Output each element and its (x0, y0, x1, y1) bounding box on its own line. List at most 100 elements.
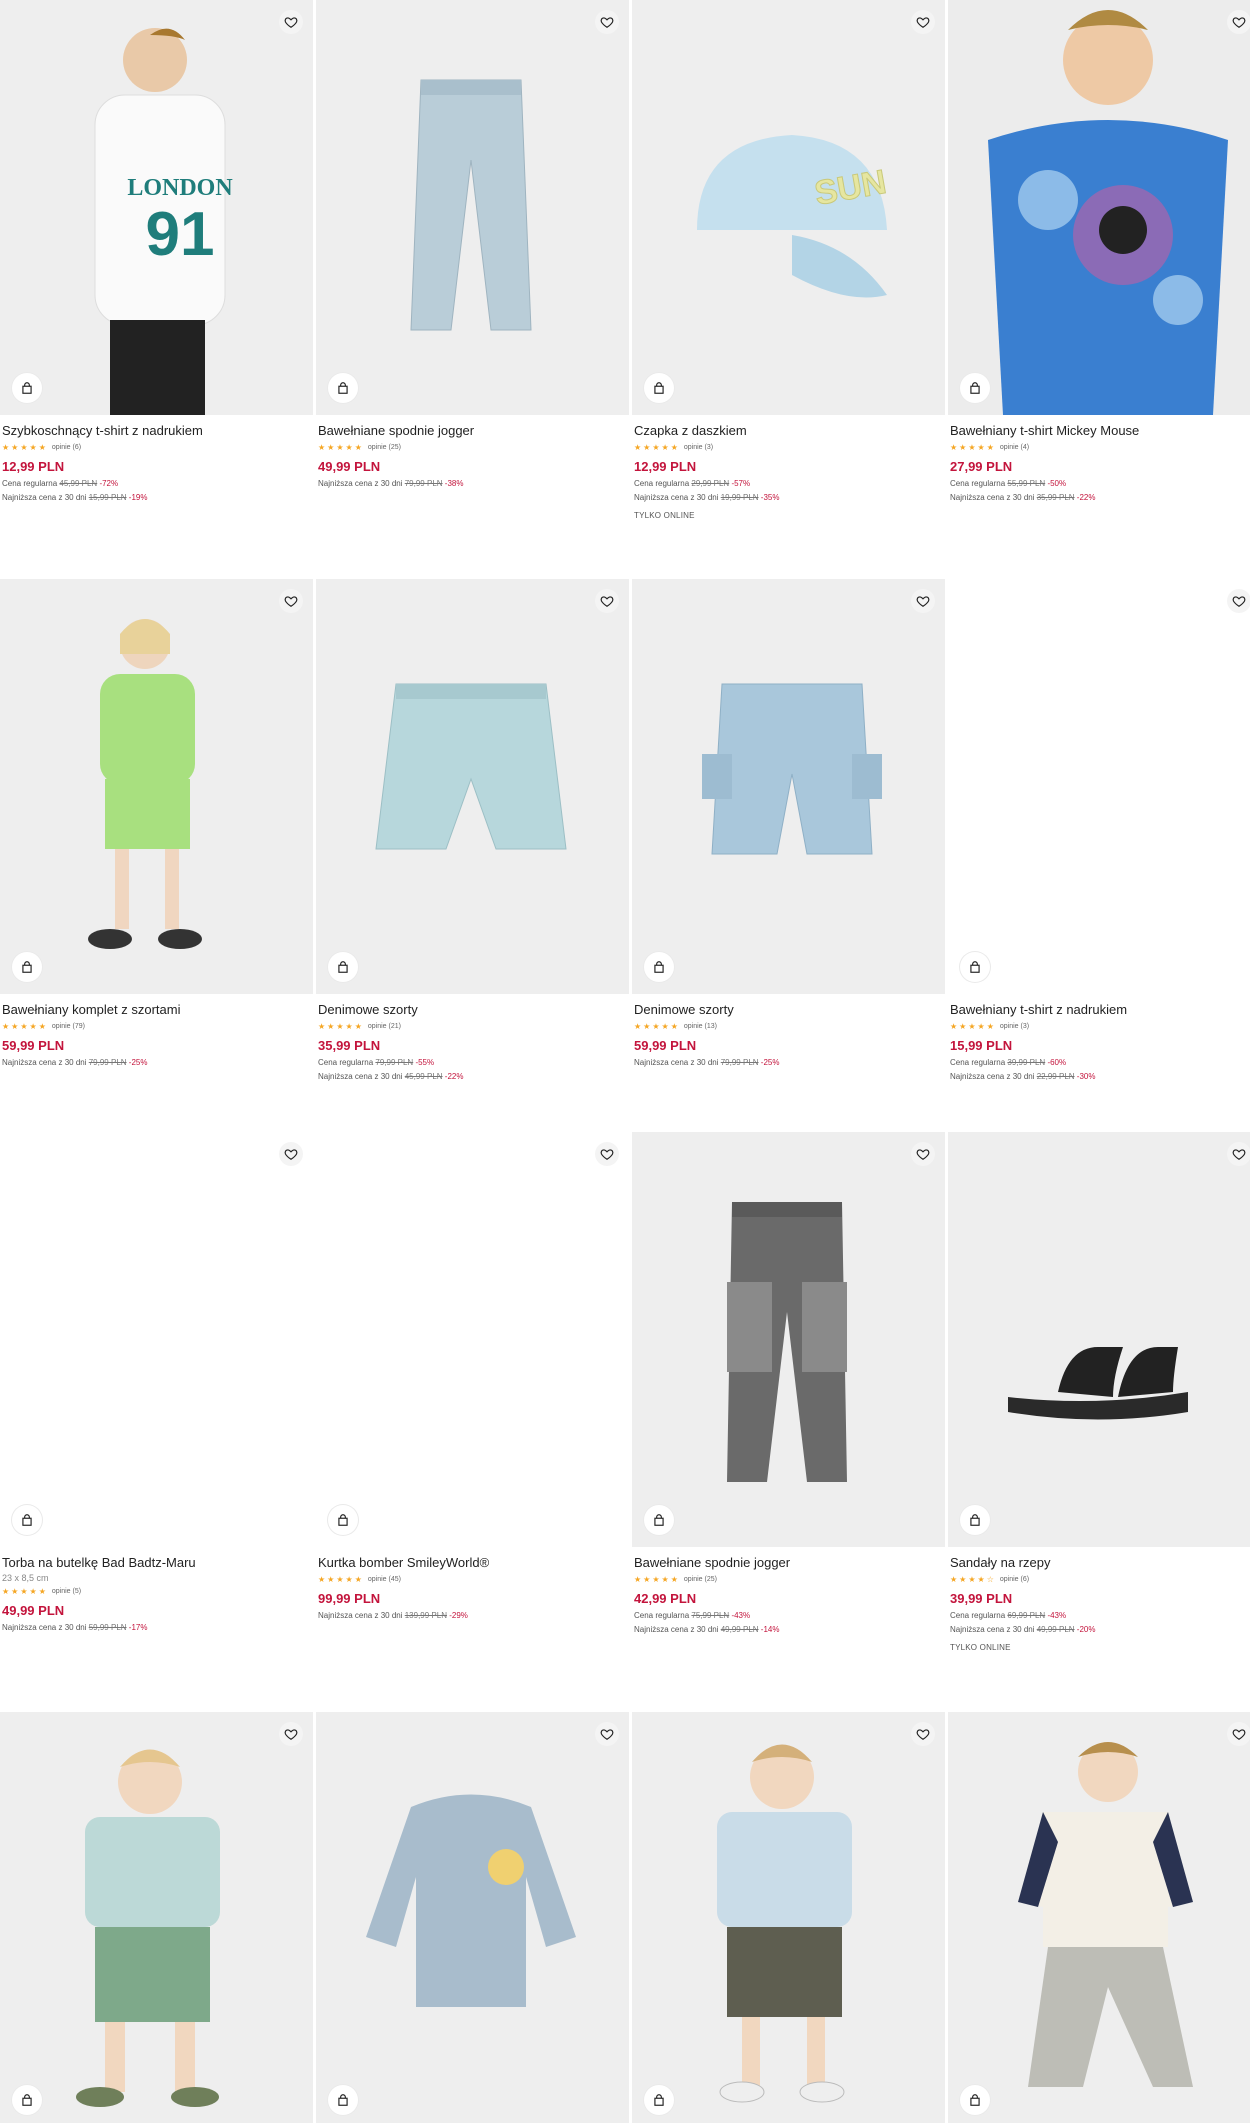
star-rating-icon: ★★★★☆ (950, 1574, 996, 1584)
heart-icon[interactable] (279, 1142, 303, 1166)
rating: ★★★★★ opinie (4) (950, 441, 1250, 453)
product-image[interactable]: LONDON 91 (0, 0, 313, 415)
shopping-bag-icon[interactable] (644, 952, 674, 982)
regular-discount: -43% (731, 1611, 751, 1620)
product-image[interactable] (0, 1712, 313, 2123)
heart-icon[interactable] (595, 1722, 619, 1746)
shopping-bag-icon[interactable] (960, 1505, 990, 1535)
product-price: 99,99 PLN (318, 1591, 381, 1606)
rating: ★★★★☆ opinie (6) (950, 1573, 1250, 1585)
shopping-bag-icon[interactable] (328, 2085, 358, 2115)
regular-price-old: 75,99 PLN (691, 1611, 730, 1620)
heart-icon[interactable] (279, 10, 303, 34)
lowest-price-line: Najniższa cena z 30 dni 19,99 PLN -35% (634, 492, 942, 503)
shopping-bag-icon[interactable] (12, 952, 42, 982)
heart-icon[interactable] (911, 1142, 935, 1166)
product-image[interactable] (948, 1712, 1250, 2123)
lowest-price-line: Najniższa cena z 30 dni 59,99 PLN -17% (2, 1622, 310, 1633)
heart-icon[interactable] (279, 1722, 303, 1746)
product-image[interactable] (632, 579, 945, 994)
product-name[interactable]: Torba na butelkę Bad Badtz-Maru (2, 1554, 310, 1571)
shopping-bag-icon[interactable] (328, 1505, 358, 1535)
product-image[interactable] (632, 1712, 945, 2123)
heart-icon[interactable] (1227, 1142, 1250, 1166)
heart-icon[interactable] (1227, 10, 1250, 34)
product-image[interactable] (316, 1132, 629, 1547)
product-image[interactable] (316, 0, 629, 415)
regular-price-label: Cena regularna (634, 479, 690, 488)
review-count: opinie (25) (367, 443, 401, 451)
product-name[interactable]: Bawełniane spodnie jogger (318, 422, 626, 439)
shopping-bag-icon[interactable] (644, 373, 674, 403)
heart-icon[interactable] (595, 589, 619, 613)
lowest-price-label: Najniższa cena z 30 dni (2, 1058, 87, 1067)
product-image[interactable]: SUN (632, 0, 945, 415)
rating: ★★★★★ opinie (13) (634, 1020, 942, 1032)
product-price: 15,99 PLN (950, 1038, 1013, 1053)
regular-price-label: Cena regularna (950, 479, 1006, 488)
product-info: Bawełniany t-shirt Mickey Mouse ★★★★★ opin… (950, 422, 1250, 503)
regular-price-label: Cena regularna (318, 1058, 374, 1067)
heart-icon[interactable] (279, 589, 303, 613)
product-name[interactable]: Kurtka bomber SmileyWorld® (318, 1554, 626, 1571)
regular-price-old: 39,99 PLN (1007, 1058, 1046, 1067)
lowest-price-label: Najniższa cena z 30 dni (950, 493, 1035, 502)
heart-icon[interactable] (911, 589, 935, 613)
lowest-discount: -30% (1076, 1072, 1096, 1081)
product-image[interactable] (0, 1132, 313, 1547)
shopping-bag-icon[interactable] (12, 373, 42, 403)
product-info: Bawełniany t-shirt z nadrukiem ★★★★★ opini… (950, 1001, 1250, 1082)
rating: ★★★★★ opinie (3) (634, 441, 942, 453)
product-price: 39,99 PLN (950, 1591, 1013, 1606)
product-name[interactable]: Denimowe szorty (634, 1001, 942, 1018)
product-name[interactable]: Czapka z daszkiem (634, 422, 942, 439)
shopping-bag-icon[interactable] (960, 952, 990, 982)
lowest-price-old: 49,99 PLN (1036, 1625, 1075, 1634)
lowest-price-old: 19,99 PLN (720, 493, 759, 502)
heart-icon[interactable] (595, 10, 619, 34)
product-image[interactable] (948, 579, 1250, 994)
product-name[interactable]: Szybkoschnący t-shirt z nadrukiem (2, 422, 310, 439)
product-name[interactable]: Bawełniany t-shirt z nadrukiem (950, 1001, 1250, 1018)
product-image[interactable] (0, 579, 313, 994)
shopping-bag-icon[interactable] (12, 2085, 42, 2115)
product-image[interactable] (948, 1132, 1250, 1547)
product-info: Szybkoschnący t-shirt z nadrukiem ★★★★★ op… (2, 422, 310, 503)
heart-icon[interactable] (1227, 589, 1250, 613)
shopping-bag-icon[interactable] (644, 1505, 674, 1535)
regular-price-old: 45,99 PLN (59, 479, 98, 488)
product-image[interactable] (632, 1132, 945, 1547)
product-name[interactable]: Denimowe szorty (318, 1001, 626, 1018)
product-image[interactable] (316, 579, 629, 994)
lowest-price-label: Najniższa cena z 30 dni (2, 493, 87, 502)
heart-icon[interactable] (911, 10, 935, 34)
product-image[interactable] (948, 0, 1250, 415)
shopping-bag-icon[interactable] (960, 373, 990, 403)
product-name[interactable]: Bawełniany komplet z szortami (2, 1001, 310, 1018)
lowest-price-line: Najniższa cena z 30 dni 139,99 PLN -29% (318, 1610, 626, 1621)
heart-icon[interactable] (911, 1722, 935, 1746)
product-price: 12,99 PLN (634, 459, 697, 474)
star-rating-icon: ★★★★★ (2, 1021, 48, 1031)
star-rating-icon: ★★★★★ (950, 1021, 996, 1031)
shopping-bag-icon[interactable] (328, 373, 358, 403)
lowest-discount: -29% (449, 1611, 468, 1620)
product-name[interactable]: Sandały na rzepy (950, 1554, 1250, 1571)
lowest-price-line: Najniższa cena z 30 dni 35,99 PLN -22% (950, 492, 1250, 503)
heart-icon[interactable] (595, 1142, 619, 1166)
shopping-bag-icon[interactable] (644, 2085, 674, 2115)
product-name[interactable]: Bawełniane spodnie jogger (634, 1554, 942, 1571)
product-image[interactable] (316, 1712, 629, 2123)
regular-price-label: Cena regularna (634, 1611, 690, 1620)
shopping-bag-icon[interactable] (328, 952, 358, 982)
product-name[interactable]: Bawełniany t-shirt Mickey Mouse (950, 422, 1250, 439)
shopping-bag-icon[interactable] (960, 2085, 990, 2115)
star-rating-icon: ★★★★★ (634, 442, 680, 452)
regular-discount: -55% (415, 1058, 435, 1067)
heart-icon[interactable] (1227, 1722, 1250, 1746)
shopping-bag-icon[interactable] (12, 1505, 42, 1535)
lowest-price-old: 139,99 PLN (404, 1611, 447, 1620)
regular-price-label: Cena regularna (950, 1611, 1006, 1620)
product-info: Bawełniane spodnie jogger ★★★★★ opinie (25… (318, 422, 626, 489)
regular-price-old: 55,99 PLN (1007, 479, 1046, 488)
